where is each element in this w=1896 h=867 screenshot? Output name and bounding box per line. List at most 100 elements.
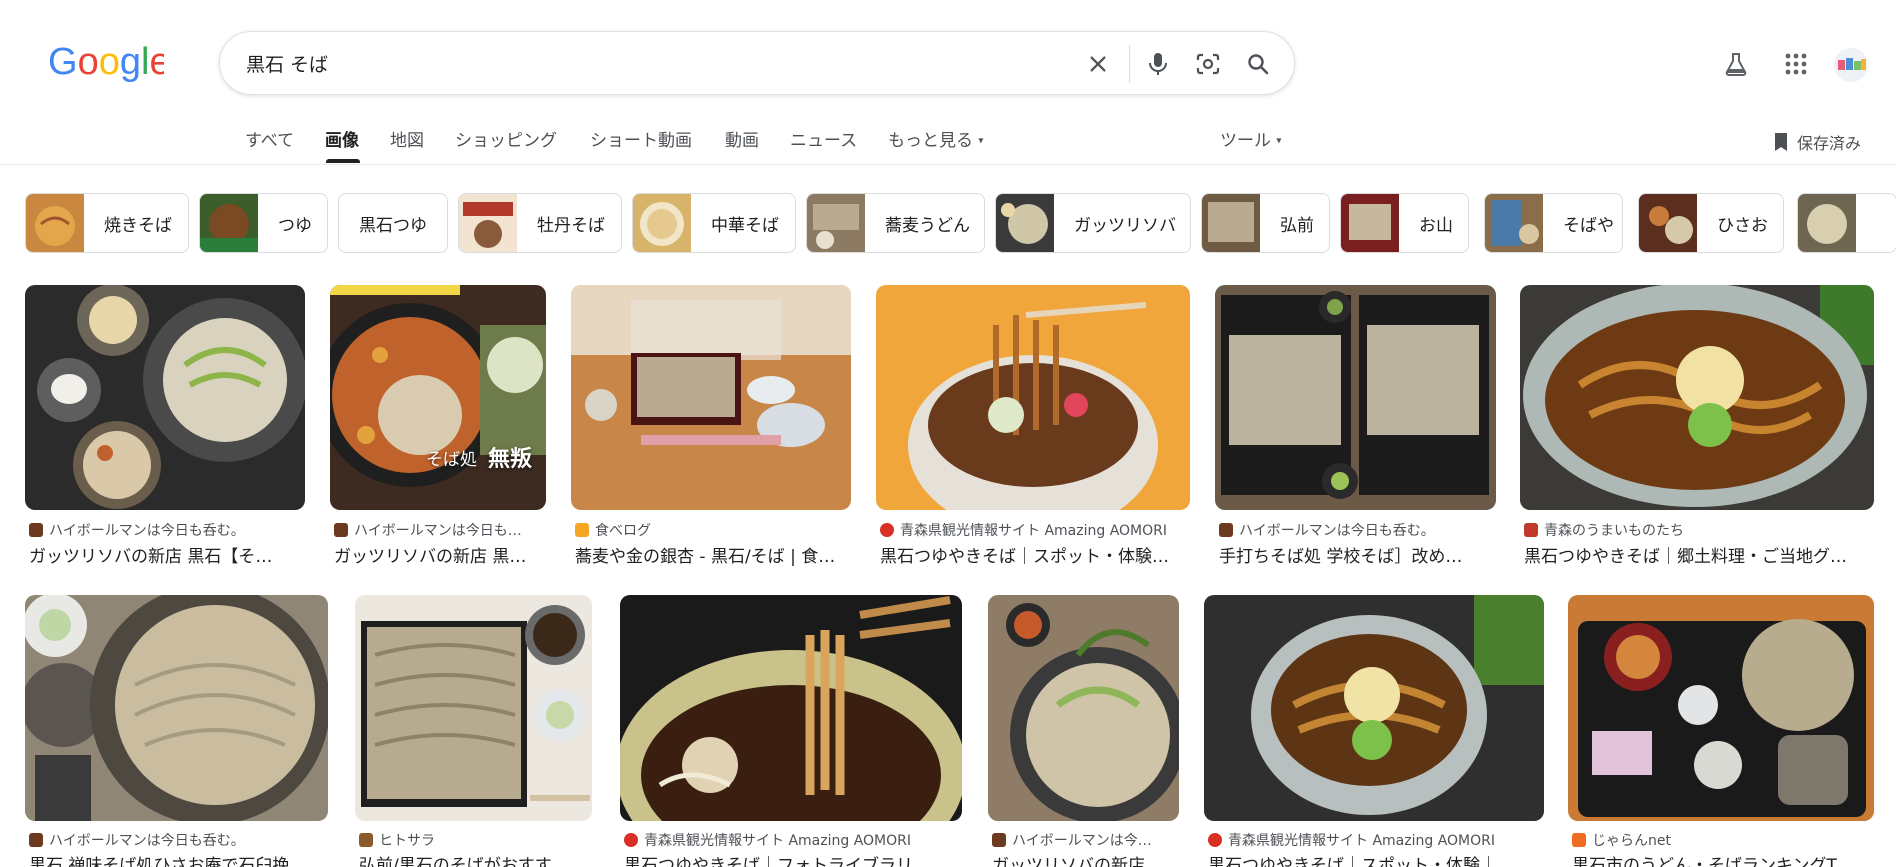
chip-label: つゆ [278, 215, 312, 236]
search-icon[interactable] [1242, 48, 1274, 80]
result-thumbnail[interactable] [330, 285, 546, 510]
search-box[interactable]: 黒石 そば [219, 31, 1295, 95]
result-thumbnail[interactable] [25, 285, 305, 510]
result-source[interactable]: 青森県観光情報サイト Amazing AOMORI [880, 520, 1167, 540]
chip-hisao[interactable]: ひさお [1638, 193, 1784, 253]
chip-thumbnail [996, 194, 1054, 252]
search-divider [1129, 45, 1130, 83]
image-result[interactable]: 青森県観光情報サイト Amazing AOMORI 黒石つゆやきそば｜スポット・… [876, 285, 1191, 567]
chip-oyama[interactable]: お山 [1340, 193, 1469, 253]
image-result[interactable]: ハイボールマンは今… ガッツリソバの新店… [988, 595, 1183, 867]
chip-thumbnail [459, 194, 517, 252]
chip-thumbnail [807, 194, 865, 252]
clear-icon[interactable] [1082, 48, 1114, 80]
chip-thumbnail [200, 194, 258, 252]
result-title[interactable]: 手打ちそば処 学校そば］改め… [1219, 542, 1496, 567]
chip-botan-soba[interactable]: 牡丹そば [458, 193, 622, 253]
thumbnail-overlay-text: 無叛 [488, 447, 533, 472]
result-thumbnail[interactable] [876, 285, 1190, 510]
result-source[interactable]: ハイボールマンは今日も呑む。 [1219, 520, 1435, 540]
saved-label: 保存済み [1797, 134, 1862, 153]
tab-images[interactable]: 画像 [325, 126, 359, 151]
image-result[interactable]: 食べログ 蕎麦や金の銀杏 - 黒石/そば | 食… [571, 285, 851, 567]
result-thumbnail[interactable] [25, 595, 328, 821]
result-thumbnail[interactable] [1568, 595, 1874, 821]
tools-label: ツール [1220, 131, 1271, 151]
search-input[interactable]: 黒石 そば [246, 50, 328, 77]
result-source-label: 青森県観光情報サイト Amazing AOMORI [644, 833, 911, 849]
chip-label: ひさお [1717, 215, 1768, 236]
image-result[interactable]: そば処 無叛 ハイボールマンは今日も… ガッツリソバの新店 黒… [330, 285, 550, 567]
tab-more[interactable]: もっと見る ▾ [888, 126, 983, 151]
image-result[interactable]: ヒトサラ 弘前/黒石のそばがおすす… [355, 595, 595, 867]
result-title[interactable]: 黒石つゆやきそば｜スポット・体験｜… [1208, 851, 1548, 867]
tab-more-label: もっと見る [888, 131, 973, 151]
bookmark-icon [1775, 133, 1787, 151]
chip-more[interactable] [1797, 193, 1896, 253]
tab-videos[interactable]: 動画 [725, 126, 759, 151]
result-thumbnail[interactable] [620, 595, 962, 821]
image-result[interactable]: 青森のうまいものたち 黒石つゆやきそば｜郷土料理・ご当地グ… [1520, 285, 1875, 567]
result-source[interactable]: じゃらんnet [1572, 830, 1671, 850]
result-title[interactable]: 弘前/黒石のそばがおすす… [359, 851, 593, 867]
result-title[interactable]: ガッツリソバの新店… [992, 851, 1180, 867]
result-title[interactable]: 黒石つゆやきそば｜フォトライブラリ… [624, 851, 964, 867]
chip-hirosaki[interactable]: 弘前 [1201, 193, 1330, 253]
chip-label: 黒石つゆ [359, 215, 427, 236]
tab-all[interactable]: すべて [245, 126, 294, 151]
result-title[interactable]: 黒石 禅味そば処ひさお庵で石臼挽… [29, 851, 329, 867]
chip-yakisoba[interactable]: 焼きそば [25, 193, 189, 253]
result-thumbnail[interactable] [1215, 285, 1496, 510]
image-result[interactable]: 青森県観光情報サイト Amazing AOMORI 黒石つゆやきそば｜フォトライ… [620, 595, 965, 867]
result-source-label: ヒトサラ [379, 833, 435, 849]
tools-menu[interactable]: ツール ▾ [1220, 126, 1281, 151]
result-thumbnail[interactable] [1204, 595, 1544, 821]
result-source[interactable]: ヒトサラ [359, 830, 435, 850]
chip-chuka-soba[interactable]: 中華そば [632, 193, 796, 253]
chip-soba-udon[interactable]: 蕎麦うどん [806, 193, 985, 253]
tab-shopping[interactable]: ショッピング [455, 126, 557, 151]
labs-flask-icon[interactable] [1718, 46, 1754, 82]
result-title[interactable]: 黒石つゆやきそば｜スポット・体験… [880, 542, 1190, 567]
account-avatar[interactable] [1834, 48, 1868, 82]
result-source[interactable]: ハイボールマンは今日も呑む。 [29, 520, 245, 540]
camera-lens-icon[interactable] [1192, 48, 1224, 80]
result-source-label: 青森のうまいものたち [1544, 523, 1684, 539]
tab-news[interactable]: ニュース [790, 126, 857, 151]
result-source[interactable]: ハイボールマンは今… [992, 830, 1180, 850]
result-title[interactable]: 黒石つゆやきそば｜郷土料理・ご当地グ… [1524, 542, 1874, 567]
result-thumbnail[interactable] [988, 595, 1179, 821]
result-source[interactable]: 青森県観光情報サイト Amazing AOMORI [1208, 830, 1495, 850]
result-source-label: ハイボールマンは今日も呑む。 [49, 523, 245, 539]
result-source[interactable]: 青森のうまいものたち [1524, 520, 1684, 540]
microphone-icon[interactable] [1142, 48, 1174, 80]
tab-short-videos[interactable]: ショート動画 [590, 126, 692, 151]
chip-gattsuri-soba[interactable]: ガッツリソバ [995, 193, 1191, 253]
image-result[interactable]: ハイボールマンは今日も呑む。 黒石 禅味そば処ひさお庵で石臼挽… [25, 595, 330, 867]
result-source[interactable]: 青森県観光情報サイト Amazing AOMORI [624, 830, 911, 850]
result-source[interactable]: ハイボールマンは今日も呑む。 [29, 830, 245, 850]
chip-tsuyu[interactable]: つゆ [199, 193, 328, 253]
result-thumbnail[interactable] [355, 595, 592, 821]
tab-maps[interactable]: 地図 [390, 126, 424, 151]
result-thumbnail[interactable] [1520, 285, 1874, 510]
image-result[interactable]: じゃらんnet 黒石市のうどん・そばランキングT… [1568, 595, 1876, 867]
saved-link[interactable]: 保存済み [1773, 130, 1861, 154]
chip-thumbnail [1341, 194, 1399, 252]
apps-grid-icon[interactable] [1778, 46, 1814, 82]
chip-kuroishi-tsuyu[interactable]: 黒石つゆ [338, 193, 448, 253]
chip-sobaya[interactable]: そばや [1484, 193, 1623, 253]
result-title[interactable]: ガッツリソバの新店 黒… [334, 542, 546, 567]
image-result[interactable]: ハイボールマンは今日も呑む。 ガッツリソバの新店 黒石【そ… [25, 285, 305, 567]
image-result[interactable]: 青森県観光情報サイト Amazing AOMORI 黒石つゆやきそば｜スポット・… [1204, 595, 1547, 867]
result-source[interactable]: 食べログ [575, 520, 651, 540]
result-thumbnail[interactable] [571, 285, 851, 510]
google-logo[interactable]: Google [48, 40, 164, 84]
result-title[interactable]: 黒石市のうどん・そばランキングT… [1572, 851, 1876, 867]
result-title[interactable]: 蕎麦や金の銀杏 - 黒石/そば | 食… [575, 542, 851, 567]
result-title[interactable]: ガッツリソバの新店 黒石【そ… [29, 542, 305, 567]
image-result[interactable]: ハイボールマンは今日も呑む。 手打ちそば処 学校そば］改め… [1215, 285, 1500, 567]
result-source[interactable]: ハイボールマンは今日も… [334, 520, 546, 540]
caret-down-icon: ▾ [1276, 135, 1282, 147]
chip-thumbnail [1798, 194, 1856, 252]
